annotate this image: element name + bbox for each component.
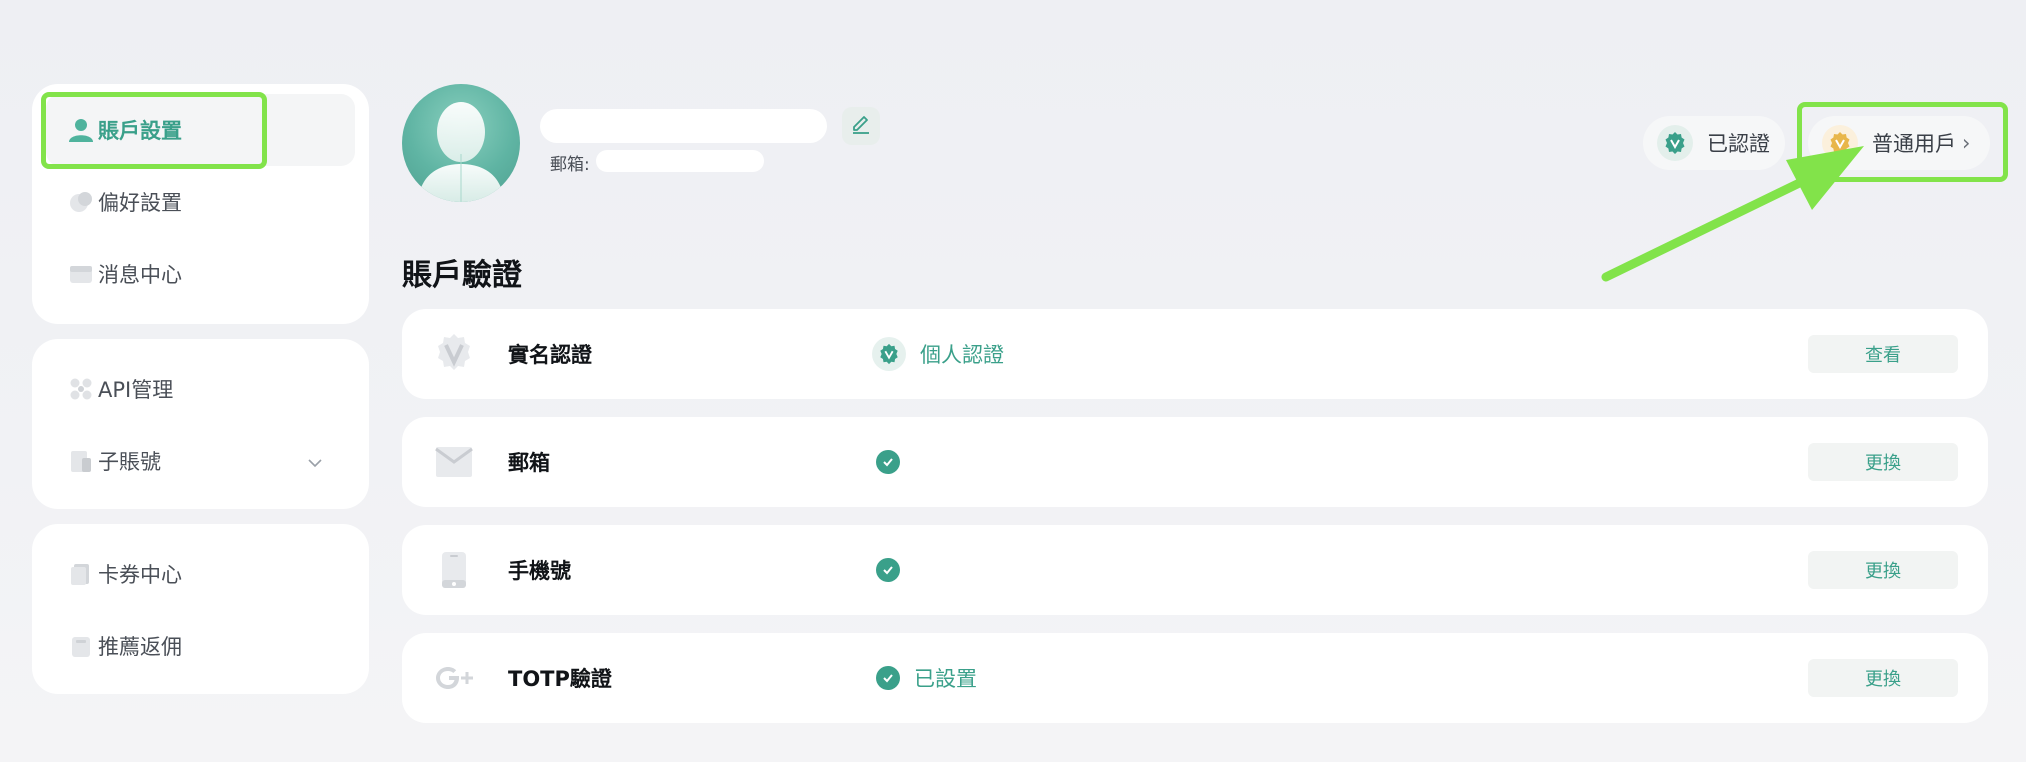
row-label: 郵箱 bbox=[508, 451, 550, 475]
verified-label: 已認證 bbox=[1707, 132, 1770, 156]
sidebar-item-label: 偏好設置 bbox=[98, 191, 182, 215]
referral-icon bbox=[68, 633, 94, 659]
verification-row-phone: 手機號 更換 bbox=[402, 525, 1988, 615]
row-label: TOTP驗證 bbox=[508, 667, 612, 691]
sidebar-api-group: API管理 子賬號 bbox=[32, 339, 369, 509]
sub-account-icon bbox=[68, 448, 94, 474]
verified-badge-icon bbox=[872, 337, 906, 371]
verified-badge-icon bbox=[1657, 125, 1693, 161]
row-status bbox=[872, 450, 900, 474]
chevron-right-icon: › bbox=[1962, 131, 1971, 155]
username-field bbox=[540, 109, 827, 143]
sidebar-item-sub-account[interactable]: 子賬號 bbox=[46, 425, 355, 497]
verification-row-totp: TOTP驗證 已設置 更換 bbox=[402, 633, 1988, 723]
phone-icon bbox=[432, 548, 476, 592]
sidebar-item-referral[interactable]: 推薦返佣 bbox=[46, 610, 355, 682]
verification-row-identity: 實名認證 個人認證 查看 bbox=[402, 309, 1988, 399]
sidebar-item-label: 卡券中心 bbox=[98, 563, 182, 587]
verified-status-pill[interactable]: 已認證 bbox=[1643, 116, 1785, 170]
sidebar-item-api-management[interactable]: API管理 bbox=[46, 353, 355, 425]
coupon-icon bbox=[68, 561, 94, 587]
row-status: 個人認證 bbox=[872, 337, 1004, 371]
user-icon bbox=[68, 117, 94, 143]
edit-profile-button[interactable] bbox=[842, 107, 880, 145]
sidebar-item-label: 推薦返佣 bbox=[98, 635, 182, 659]
change-phone-button[interactable]: 更換 bbox=[1808, 551, 1958, 589]
sidebar-item-coupon-center[interactable]: 卡券中心 bbox=[46, 538, 355, 610]
google-auth-icon bbox=[432, 656, 476, 700]
status-text: 個人認證 bbox=[920, 343, 1004, 367]
mail-icon bbox=[432, 440, 476, 484]
message-icon bbox=[68, 261, 94, 287]
api-icon bbox=[68, 376, 94, 402]
sidebar-rewards-group: 卡券中心 推薦返佣 bbox=[32, 524, 369, 694]
avatar-silhouette-icon bbox=[418, 102, 504, 202]
email-value bbox=[596, 150, 764, 172]
sidebar-item-account-settings[interactable]: 賬戶設置 bbox=[46, 94, 355, 166]
view-button[interactable]: 查看 bbox=[1808, 335, 1958, 373]
avatar[interactable] bbox=[402, 84, 520, 202]
section-title: 賬戶驗證 bbox=[402, 258, 522, 293]
identity-icon bbox=[432, 332, 476, 376]
check-icon bbox=[876, 558, 900, 582]
pencil-icon bbox=[850, 113, 872, 139]
sidebar-item-message-center[interactable]: 消息中心 bbox=[46, 238, 355, 310]
verification-row-email: 郵箱 更換 bbox=[402, 417, 1988, 507]
sidebar-item-label: 賬戶設置 bbox=[98, 119, 182, 143]
row-status: 已設置 bbox=[872, 663, 977, 693]
change-totp-button[interactable]: 更換 bbox=[1808, 659, 1958, 697]
preferences-icon bbox=[68, 189, 94, 215]
sidebar-item-label: 消息中心 bbox=[98, 263, 182, 287]
user-level-label: 普通用戶 bbox=[1872, 132, 1956, 156]
row-label: 實名認證 bbox=[508, 343, 592, 367]
sidebar-item-label: 子賬號 bbox=[98, 450, 161, 474]
chevron-down-icon[interactable] bbox=[307, 449, 323, 473]
sidebar-item-preferences[interactable]: 偏好設置 bbox=[46, 166, 355, 238]
check-icon bbox=[876, 450, 900, 474]
check-icon bbox=[876, 666, 900, 690]
status-text: 已設置 bbox=[914, 667, 977, 691]
row-status bbox=[872, 558, 900, 582]
sidebar-item-label: API管理 bbox=[98, 378, 174, 402]
user-level-pill[interactable]: 普通用戶 › bbox=[1808, 116, 1990, 170]
row-label: 手機號 bbox=[508, 559, 571, 583]
email-label: 郵箱: bbox=[550, 155, 590, 175]
sidebar-account-group: 賬戶設置 偏好設置 消息中心 bbox=[32, 84, 369, 324]
gold-badge-icon bbox=[1822, 125, 1858, 161]
change-email-button[interactable]: 更換 bbox=[1808, 443, 1958, 481]
